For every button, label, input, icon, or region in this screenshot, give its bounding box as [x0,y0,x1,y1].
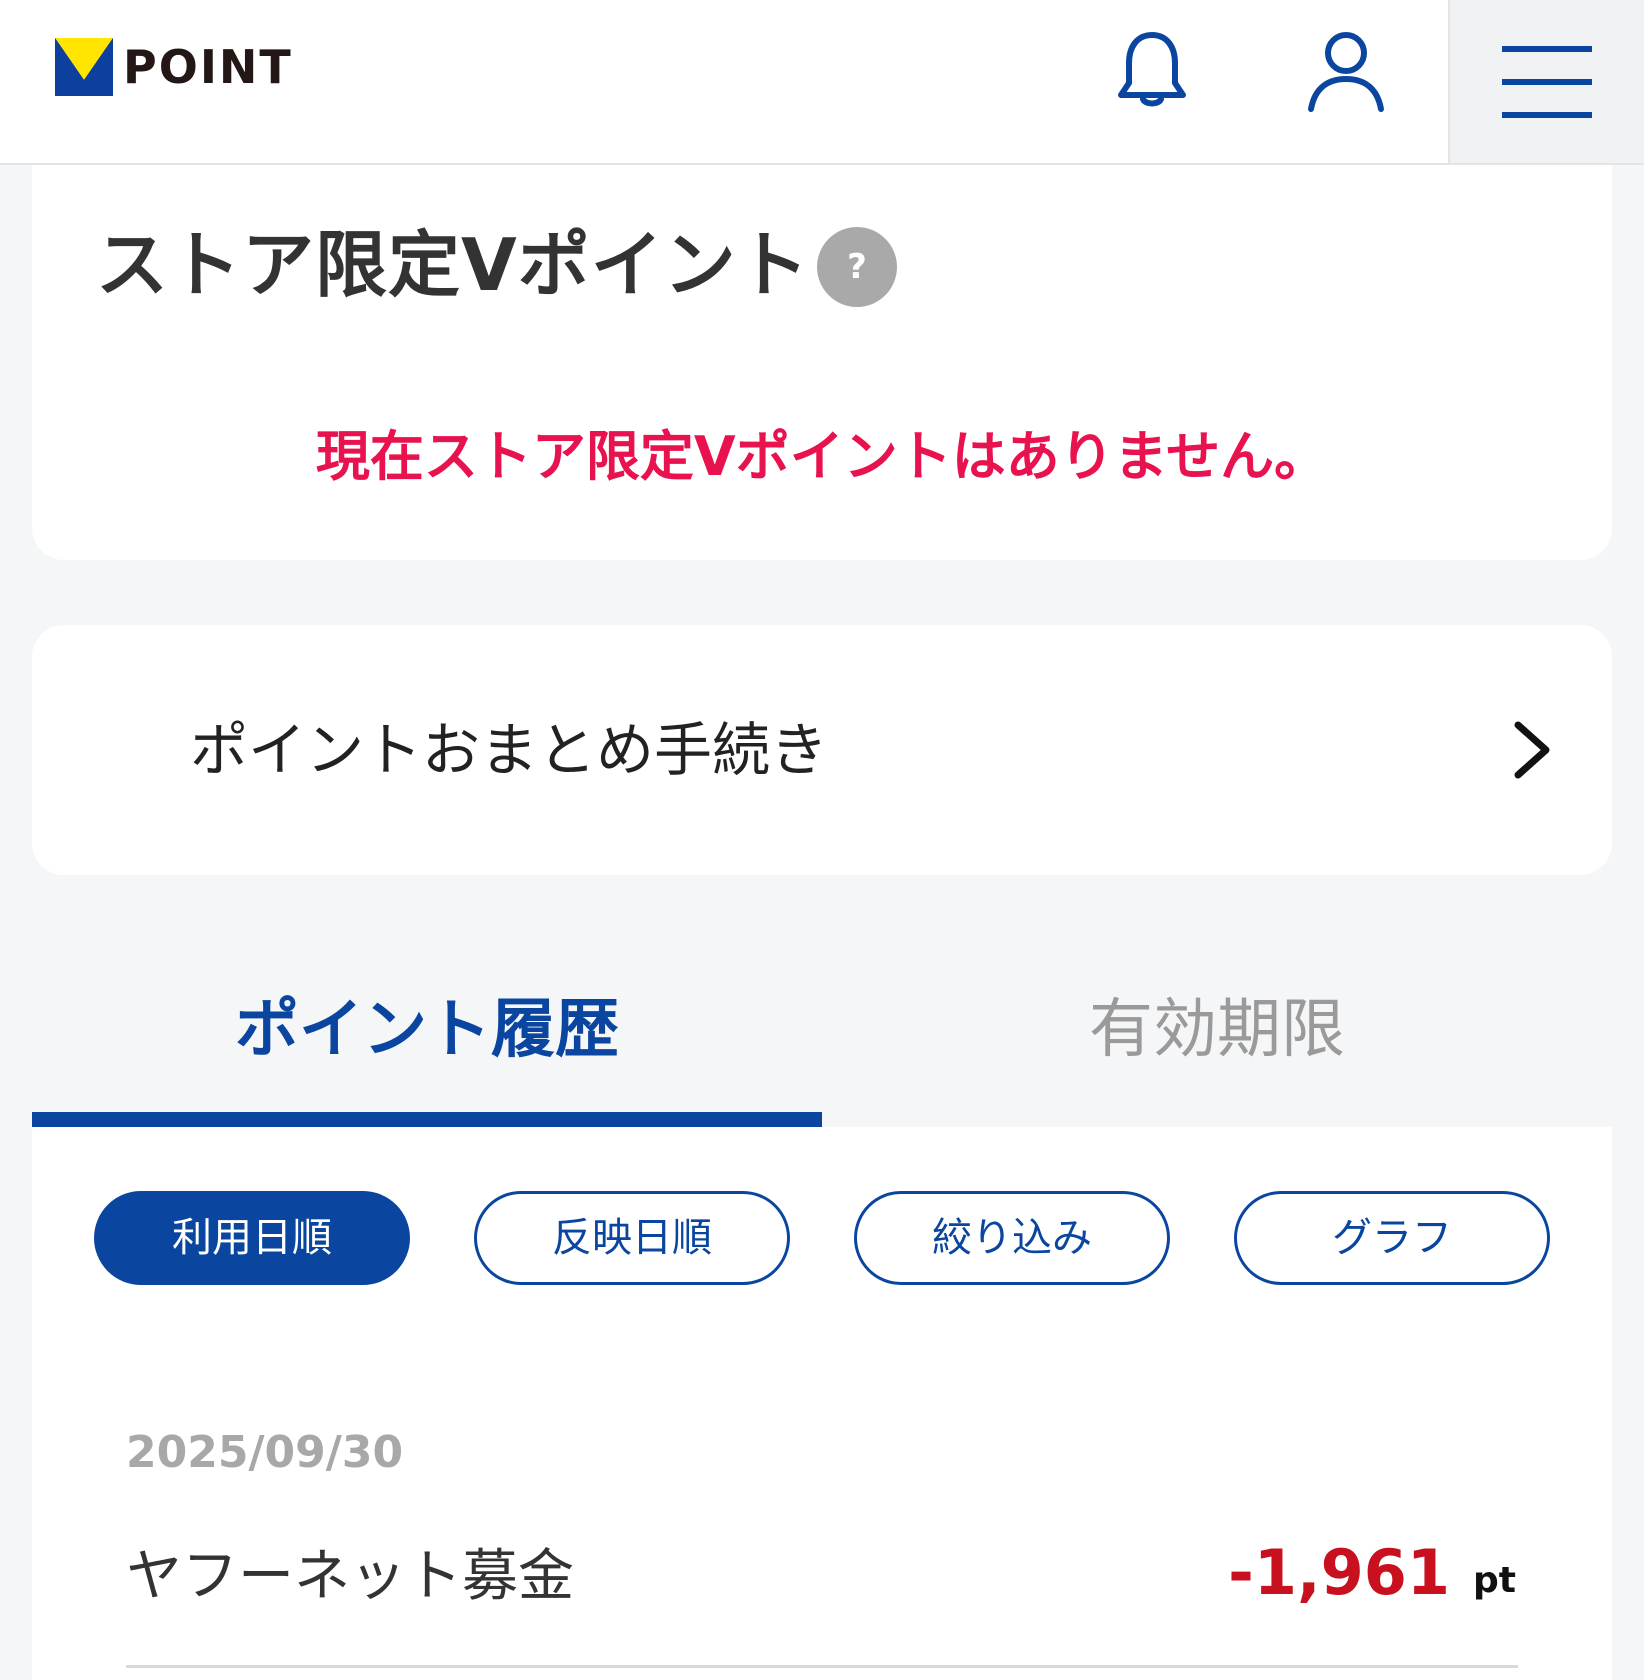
tab-expiry[interactable]: 有効期限 [822,985,1612,1075]
menu-button[interactable] [1448,0,1644,163]
bell-icon [1118,32,1186,107]
user-icon [1308,32,1384,112]
account-button[interactable] [1294,18,1398,122]
history-item-name[interactable]: ヤフーネット募金 [126,1545,574,1609]
history-date: 2025/09/30 [126,1427,404,1478]
help-icon[interactable]: ? [817,227,897,307]
sort-by-usage-date-button[interactable]: 利用日順 [94,1191,410,1285]
v-point-logo[interactable]: POINT [55,38,293,96]
history-item-unit: pt [1473,1560,1516,1601]
store-points-card: ストア限定Vポイント ? 現在ストア限定Vポイントはありません。 [32,165,1612,560]
filter-button[interactable]: 絞り込み [854,1191,1170,1285]
store-points-empty-message: 現在ストア限定Vポイントはありません。 [315,425,1329,488]
tab-point-history[interactable]: ポイント履歴 [32,985,822,1075]
app-header: POINT [0,0,1644,165]
point-merge-label: ポイントおまとめ手続き [190,716,829,784]
history-panel: 利用日順 反映日順 絞り込み グラフ 2025/09/30 ヤフーネット募金 -… [32,1127,1612,1680]
sort-by-reflect-date-button[interactable]: 反映日順 [474,1191,790,1285]
notifications-button[interactable] [1100,18,1204,122]
point-merge-link[interactable]: ポイントおまとめ手続き [32,625,1612,875]
history-item-amount: -1,961 [1228,1536,1450,1609]
chevron-right-icon [1514,721,1550,779]
hamburger-menu-icon [1502,45,1592,118]
history-divider [126,1665,1518,1668]
active-tab-indicator [32,1112,822,1127]
store-points-title: ストア限定Vポイント [96,223,810,307]
page: POINT ストア限定Vポイント ? 現在ストア限定Vポイントはありません。 ポ… [0,0,1644,1680]
logo-text: POINT [123,40,293,94]
graph-button[interactable]: グラフ [1234,1191,1550,1285]
v-logo-icon [55,38,113,96]
